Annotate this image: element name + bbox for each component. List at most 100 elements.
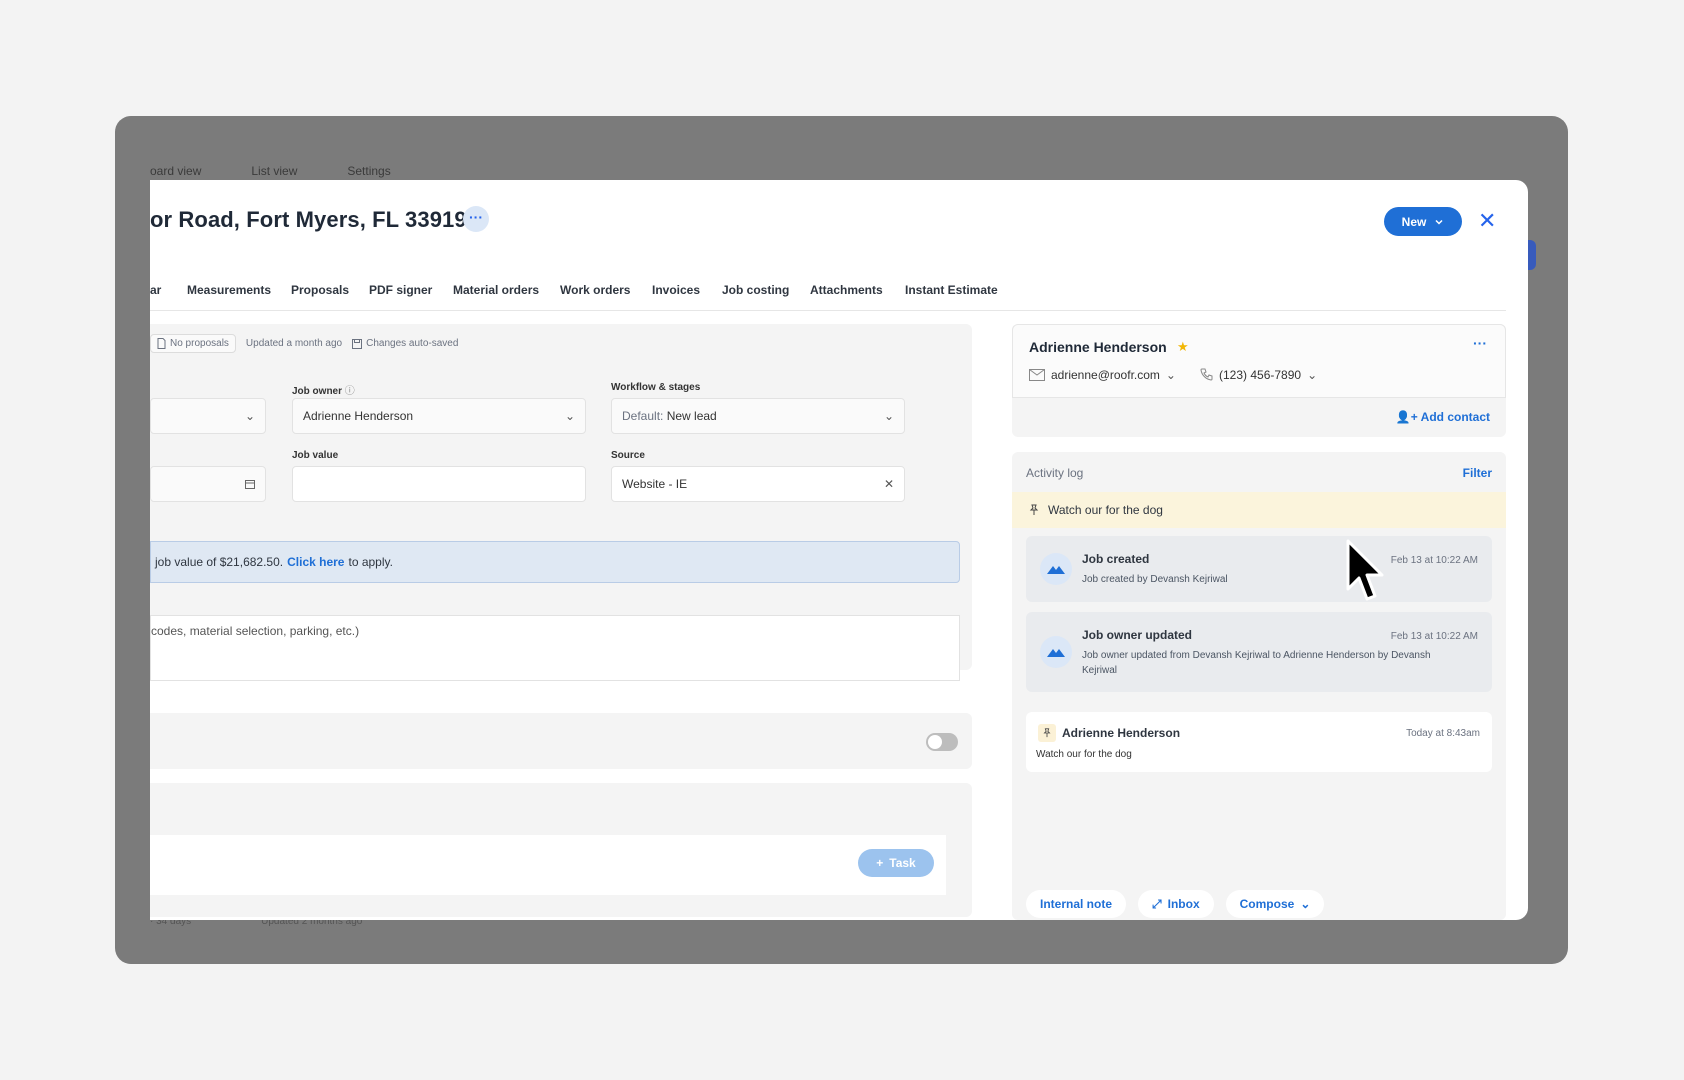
contact-phone[interactable]: (123) 456-7890 ⌄	[1199, 368, 1317, 382]
chevron-down-icon: ⌄	[564, 409, 575, 423]
job-owner-label: Job owner ⓘ	[292, 386, 355, 397]
star-icon[interactable]: ★	[1177, 339, 1189, 355]
source-select[interactable]: Website - IE ✕	[611, 466, 905, 502]
autosave-status: Changes auto-saved	[352, 338, 458, 349]
job-value-banner: job value of $21,682.50. Click here to a…	[150, 541, 960, 583]
new-button-label: New	[1401, 214, 1427, 229]
background-view-tabs: oard view List view Settings	[150, 164, 391, 178]
inbox-label: Inbox	[1167, 897, 1200, 911]
add-task-button[interactable]: + Task	[858, 849, 934, 877]
tab-partial[interactable]: ar	[150, 283, 161, 297]
chevron-down-icon	[1435, 219, 1443, 225]
title-more-button[interactable]: ···	[463, 206, 489, 232]
job-value-label: Job value	[292, 450, 339, 461]
activity-entry: Job owner updated Job owner updated from…	[1026, 612, 1492, 692]
banner-apply-link[interactable]: Click here	[287, 555, 344, 569]
tasks-section: + Task	[150, 783, 972, 917]
contact-more-button[interactable]: ···	[1473, 335, 1487, 351]
activity-log: Activity log Filter Watch our for the do…	[1012, 452, 1506, 920]
activity-entry-desc: Job created by Devansh Kejriwal	[1082, 574, 1228, 585]
job-details-panel: No proposals Updated a month ago Changes…	[150, 324, 988, 920]
note-author: Adrienne Henderson	[1062, 726, 1181, 740]
job-address-title: or Road, Fort Myers, FL 33919	[150, 207, 467, 232]
date-field[interactable]	[150, 466, 266, 502]
toggle-row	[150, 713, 972, 769]
tab-measurements[interactable]: Measurements	[187, 283, 271, 297]
activity-filter-button[interactable]: Filter	[1463, 466, 1492, 480]
close-icon[interactable]: ✕	[1478, 208, 1496, 234]
workflow-select[interactable]: Default: New lead ⌄	[611, 398, 905, 434]
banner-text: job value of $21,682.50.	[155, 555, 284, 569]
tab-material-orders[interactable]: Material orders	[453, 283, 539, 297]
bg-tab-settings[interactable]: Settings	[347, 164, 390, 178]
save-icon	[352, 338, 363, 349]
pinned-note[interactable]: Watch our for the dog	[1012, 492, 1506, 528]
tab-instant-estimate[interactable]: Instant Estimate	[905, 283, 998, 297]
roof-logo-icon	[1040, 553, 1072, 585]
tab-pdf-signer[interactable]: PDF signer	[369, 283, 432, 297]
expand-icon: ⤢	[1152, 896, 1162, 911]
job-details-card: No proposals Updated a month ago Changes…	[150, 324, 972, 681]
chevron-down-icon: ⌄	[1165, 368, 1176, 382]
task-list-area	[150, 835, 946, 895]
workflow-label: Workflow & stages	[611, 382, 701, 393]
activity-entry-time: Feb 13 at 10:22 AM	[1390, 555, 1478, 566]
job-detail-modal: or Road, Fort Myers, FL 33919 ··· New ✕ …	[150, 180, 1528, 920]
bg-tab-board-view[interactable]: oard view	[150, 164, 201, 178]
tab-proposals[interactable]: Proposals	[291, 283, 349, 297]
toggle-switch[interactable]	[926, 733, 958, 751]
contact-name: Adrienne Henderson	[1029, 339, 1167, 355]
internal-note-label: Internal note	[1040, 897, 1113, 911]
source-label: Source	[611, 450, 645, 461]
contact-card: Adrienne Henderson ★ ··· adrienne@roofr.…	[1012, 324, 1506, 437]
contact-email-value: adrienne@roofr.com	[1051, 368, 1160, 382]
source-value: Website - IE	[622, 477, 688, 491]
add-contact-label: Add contact	[1420, 410, 1490, 424]
note-entry[interactable]: Adrienne Henderson Today at 8:43am Watch…	[1026, 712, 1492, 772]
note-body: Watch our for the dog	[1036, 749, 1132, 760]
chevron-down-icon: ⌄	[1300, 897, 1311, 911]
job-owner-select[interactable]: Adrienne Henderson ⌄	[292, 398, 586, 434]
contact-phone-value: (123) 456-7890	[1219, 368, 1302, 382]
contact-card-header: Adrienne Henderson ★ ··· adrienne@roofr.…	[1012, 324, 1506, 398]
activity-log-title: Activity log	[1026, 466, 1084, 480]
info-icon: ⓘ	[344, 386, 355, 397]
pin-icon	[1038, 724, 1056, 742]
compose-label: Compose	[1239, 897, 1295, 911]
document-icon	[157, 338, 166, 349]
proposals-badge[interactable]: No proposals	[150, 334, 236, 353]
job-value-input[interactable]	[292, 466, 586, 502]
new-button[interactable]: New	[1384, 207, 1462, 236]
activity-entry-desc: Job owner updated from Devansh Kejriwal …	[1082, 650, 1431, 676]
add-contact-button[interactable]: 👤+ Add contact	[1396, 410, 1490, 424]
chevron-down-icon: ⌄	[883, 409, 894, 423]
banner-text-after: to apply.	[348, 555, 393, 569]
partial-select-field[interactable]: ⌄	[150, 398, 266, 434]
pin-icon	[1029, 504, 1039, 515]
inbox-button[interactable]: ⤢ Inbox	[1138, 890, 1214, 918]
pinned-note-text: Watch our for the dog	[1048, 503, 1163, 517]
mail-icon	[1029, 369, 1045, 381]
tab-work-orders[interactable]: Work orders	[560, 283, 630, 297]
activity-entry-title: Job owner updated	[1082, 628, 1193, 642]
bg-tab-list-view[interactable]: List view	[251, 164, 297, 178]
note-time: Today at 8:43am	[1406, 728, 1480, 739]
mouse-cursor-icon	[1346, 539, 1384, 601]
activity-actions: Internal note ⤢ Inbox Compose ⌄	[1026, 890, 1325, 918]
chevron-down-icon: ⌄	[244, 409, 255, 423]
plus-icon: +	[876, 856, 884, 870]
chevron-down-icon: ⌄	[1307, 368, 1318, 382]
tab-attachments[interactable]: Attachments	[810, 283, 883, 297]
contact-email[interactable]: adrienne@roofr.com ⌄	[1029, 368, 1176, 382]
compose-button[interactable]: Compose ⌄	[1225, 890, 1325, 918]
calendar-icon	[245, 480, 255, 489]
tab-invoices[interactable]: Invoices	[652, 283, 700, 297]
task-button-label: Task	[889, 856, 916, 870]
tab-job-costing[interactable]: Job costing	[722, 283, 789, 297]
internal-note-button[interactable]: Internal note	[1026, 890, 1127, 918]
autosave-label: Changes auto-saved	[366, 338, 459, 349]
job-owner-value: Adrienne Henderson	[303, 409, 414, 423]
clear-icon[interactable]: ✕	[884, 477, 894, 491]
phone-icon	[1200, 368, 1213, 381]
job-notes-textarea[interactable]: codes, material selection, parking, etc.…	[150, 615, 960, 681]
